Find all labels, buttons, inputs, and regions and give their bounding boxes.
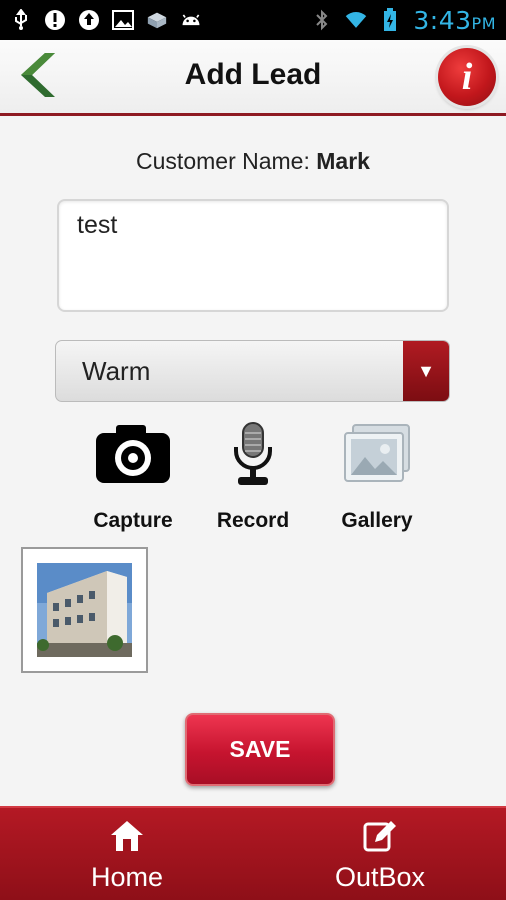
dropdown-arrow-icon: ▼ bbox=[403, 341, 449, 401]
building-photo bbox=[37, 563, 132, 661]
page-title: Add Lead bbox=[184, 58, 322, 91]
app-header: Add Lead i bbox=[0, 40, 506, 116]
notes-textarea[interactable]: test bbox=[57, 199, 449, 312]
lead-status-value: Warm bbox=[82, 355, 151, 386]
outbox-label: OutBox bbox=[334, 862, 426, 892]
bluetooth-icon bbox=[311, 9, 333, 31]
status-right-icons: 3:43PM bbox=[311, 6, 496, 35]
clock-time: 3:43 bbox=[413, 5, 472, 35]
bottom-nav: Home OutBox bbox=[0, 806, 506, 900]
media-actions: Capture Record Gallery bbox=[0, 415, 506, 535]
status-clock: 3:43PM bbox=[413, 6, 496, 35]
record-label: Record bbox=[216, 509, 290, 532]
capture-label: Capture bbox=[93, 509, 173, 532]
gallery-label: Gallery bbox=[341, 509, 413, 532]
attached-photo-thumbnail[interactable] bbox=[21, 547, 148, 673]
microphone-icon bbox=[213, 415, 293, 493]
record-button[interactable]: Record bbox=[188, 415, 318, 533]
usb-icon bbox=[10, 9, 32, 31]
upload-icon bbox=[78, 9, 100, 31]
home-label: Home bbox=[90, 862, 164, 892]
image-icon bbox=[112, 9, 134, 31]
status-left-icons bbox=[10, 9, 202, 31]
info-button[interactable]: i bbox=[438, 48, 496, 106]
package-icon bbox=[146, 9, 168, 31]
edit-icon bbox=[360, 818, 400, 854]
nav-home[interactable]: Home bbox=[62, 818, 192, 898]
capture-button[interactable]: Capture bbox=[68, 415, 198, 533]
clock-ampm: PM bbox=[471, 13, 496, 33]
lead-status-select[interactable]: Warm ▼ bbox=[55, 340, 450, 402]
save-button[interactable]: SAVE bbox=[185, 713, 335, 786]
nav-outbox[interactable]: OutBox bbox=[315, 818, 445, 898]
customer-name-row: Customer Name: Mark bbox=[0, 148, 506, 175]
alert-icon bbox=[44, 9, 66, 31]
camera-icon bbox=[93, 415, 173, 493]
gallery-button[interactable]: Gallery bbox=[312, 415, 442, 533]
customer-name-value: Mark bbox=[316, 148, 370, 174]
gallery-icon bbox=[337, 415, 417, 493]
customer-name-label: Customer Name: bbox=[136, 148, 310, 174]
status-bar: 3:43PM bbox=[0, 0, 506, 40]
home-icon bbox=[107, 818, 147, 854]
battery-icon bbox=[379, 8, 401, 31]
info-icon: i bbox=[461, 56, 473, 98]
wifi-icon bbox=[345, 9, 367, 31]
android-icon bbox=[180, 9, 202, 31]
